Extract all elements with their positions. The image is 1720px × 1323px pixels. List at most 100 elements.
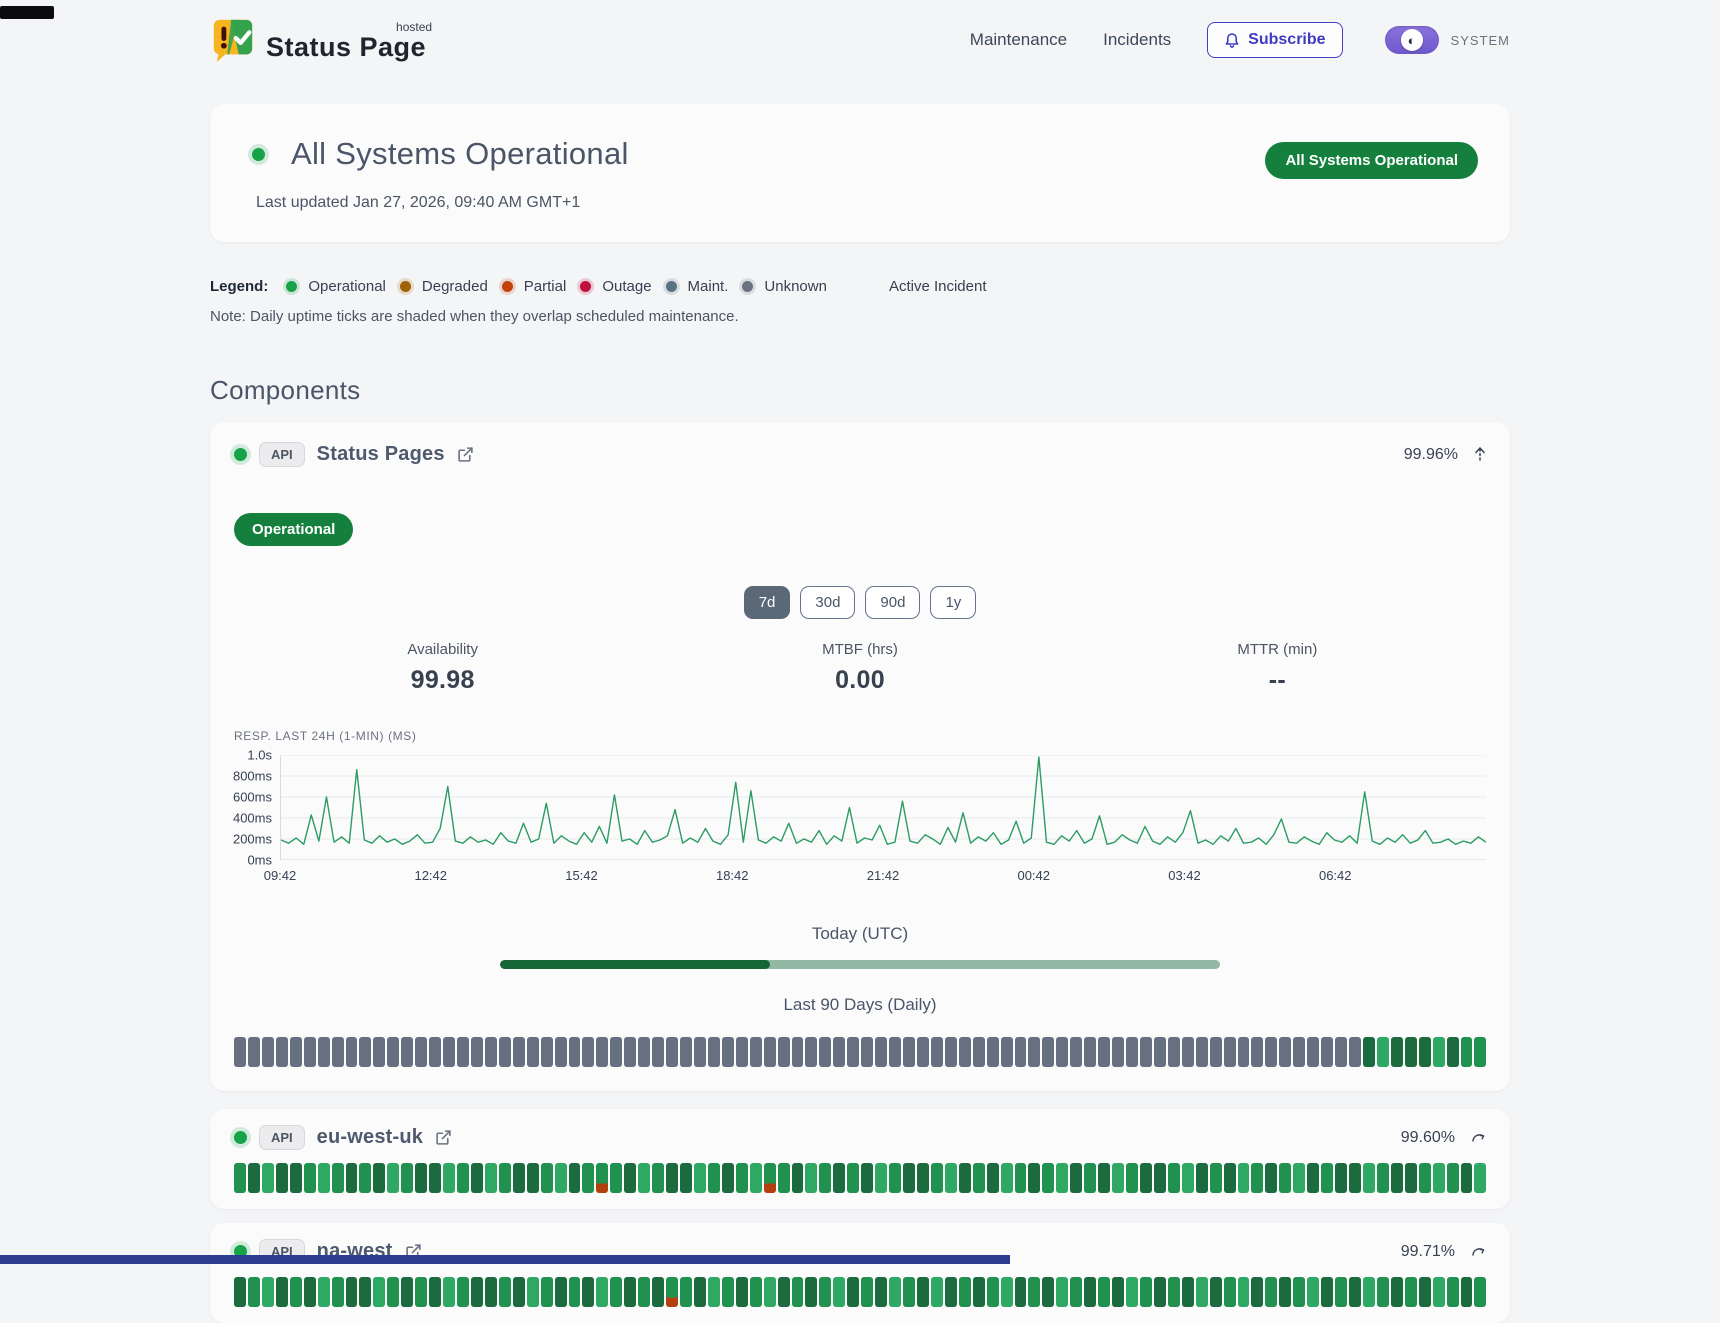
uptime-tick[interactable]: [1321, 1277, 1333, 1307]
uptime-tick[interactable]: [1196, 1277, 1208, 1307]
uptime-tick[interactable]: [805, 1163, 817, 1193]
uptime-tick[interactable]: [1419, 1277, 1431, 1307]
uptime-tick[interactable]: [666, 1163, 678, 1193]
uptime-tick[interactable]: [1293, 1037, 1305, 1067]
uptime-tick[interactable]: [499, 1037, 511, 1067]
uptime-tick[interactable]: [387, 1037, 399, 1067]
uptime-tick[interactable]: [680, 1277, 692, 1307]
uptime-tick[interactable]: [457, 1163, 469, 1193]
uptime-tick[interactable]: [931, 1277, 943, 1307]
uptime-tick[interactable]: [1098, 1277, 1110, 1307]
uptime-tick[interactable]: [248, 1277, 260, 1307]
uptime-tick[interactable]: [764, 1277, 776, 1307]
uptime-tick[interactable]: [541, 1037, 553, 1067]
uptime-tick[interactable]: [819, 1163, 831, 1193]
uptime-tick[interactable]: [1391, 1037, 1403, 1067]
uptime-tick[interactable]: [1154, 1037, 1166, 1067]
uptime-tick[interactable]: [1238, 1277, 1250, 1307]
uptime-tick[interactable]: [1140, 1037, 1152, 1067]
uptime-tick[interactable]: [234, 1277, 246, 1307]
uptime-tick[interactable]: [973, 1277, 985, 1307]
uptime-tick[interactable]: [1112, 1037, 1124, 1067]
uptime-tick[interactable]: [1224, 1037, 1236, 1067]
uptime-tick[interactable]: [1182, 1163, 1194, 1193]
uptime-tick[interactable]: [1391, 1277, 1403, 1307]
uptime-tick[interactable]: [443, 1277, 455, 1307]
uptime-tick[interactable]: [415, 1277, 427, 1307]
uptime-tick[interactable]: [304, 1037, 316, 1067]
uptime-tick[interactable]: [1293, 1163, 1305, 1193]
uptime-tick[interactable]: [847, 1277, 859, 1307]
uptime-tick[interactable]: [596, 1277, 608, 1307]
uptime-tick[interactable]: [1210, 1277, 1222, 1307]
uptime-tick[interactable]: [346, 1277, 358, 1307]
uptime-tick[interactable]: [429, 1037, 441, 1067]
uptime-tick[interactable]: [903, 1037, 915, 1067]
uptime-tick[interactable]: [638, 1037, 650, 1067]
uptime-tick[interactable]: [1028, 1037, 1040, 1067]
uptime-tick[interactable]: [708, 1277, 720, 1307]
uptime-tick[interactable]: [1335, 1163, 1347, 1193]
uptime-tick[interactable]: [527, 1037, 539, 1067]
uptime-tick[interactable]: [1307, 1163, 1319, 1193]
uptime-tick[interactable]: [861, 1037, 873, 1067]
uptime-tick[interactable]: [736, 1277, 748, 1307]
uptime-tick[interactable]: [1196, 1037, 1208, 1067]
uptime-tick[interactable]: [513, 1037, 525, 1067]
uptime-tick[interactable]: [736, 1163, 748, 1193]
range-button-30d[interactable]: 30d: [800, 586, 855, 619]
uptime-tick[interactable]: [485, 1277, 497, 1307]
uptime-tick[interactable]: [694, 1163, 706, 1193]
uptime-tick[interactable]: [931, 1163, 943, 1193]
uptime-tick[interactable]: [1363, 1163, 1375, 1193]
uptime-tick[interactable]: [457, 1037, 469, 1067]
uptime-tick[interactable]: [1433, 1277, 1445, 1307]
uptime-tick[interactable]: [1447, 1277, 1459, 1307]
range-button-7d[interactable]: 7d: [744, 586, 791, 619]
uptime-tick[interactable]: [499, 1163, 511, 1193]
uptime-tick[interactable]: [764, 1037, 776, 1067]
uptime-tick[interactable]: [624, 1277, 636, 1307]
uptime-tick[interactable]: [1405, 1277, 1417, 1307]
uptime-tick[interactable]: [346, 1163, 358, 1193]
uptime-tick[interactable]: [987, 1163, 999, 1193]
uptime-tick[interactable]: [833, 1163, 845, 1193]
range-button-1y[interactable]: 1y: [930, 586, 976, 619]
uptime-tick[interactable]: [346, 1037, 358, 1067]
uptime-tick[interactable]: [1112, 1277, 1124, 1307]
uptime-tick[interactable]: [694, 1037, 706, 1067]
uptime-tick[interactable]: [443, 1163, 455, 1193]
uptime-tick[interactable]: [596, 1163, 608, 1193]
uptime-tick[interactable]: [1210, 1037, 1222, 1067]
uptime-tick[interactable]: [1168, 1277, 1180, 1307]
uptime-tick[interactable]: [1056, 1037, 1068, 1067]
uptime-tick[interactable]: [471, 1277, 483, 1307]
uptime-tick[interactable]: [373, 1277, 385, 1307]
uptime-tick[interactable]: [248, 1037, 260, 1067]
uptime-tick[interactable]: [610, 1163, 622, 1193]
expand-icon[interactable]: [1471, 1131, 1486, 1144]
uptime-tick[interactable]: [1001, 1277, 1013, 1307]
uptime-tick[interactable]: [1015, 1037, 1027, 1067]
uptime-tick[interactable]: [276, 1277, 288, 1307]
uptime-tick[interactable]: [1028, 1163, 1040, 1193]
uptime-tick[interactable]: [513, 1163, 525, 1193]
uptime-tick[interactable]: [1196, 1163, 1208, 1193]
uptime-tick[interactable]: [276, 1163, 288, 1193]
uptime-tick[interactable]: [805, 1277, 817, 1307]
uptime-tick[interactable]: [1042, 1163, 1054, 1193]
uptime-tick[interactable]: [1377, 1037, 1389, 1067]
uptime-tick[interactable]: [792, 1037, 804, 1067]
uptime-tick[interactable]: [917, 1277, 929, 1307]
uptime-tick[interactable]: [1461, 1163, 1473, 1193]
uptime-tick[interactable]: [569, 1277, 581, 1307]
uptime-tick[interactable]: [1265, 1163, 1277, 1193]
uptime-tick[interactable]: [373, 1163, 385, 1193]
uptime-tick[interactable]: [819, 1277, 831, 1307]
uptime-tick[interactable]: [1126, 1277, 1138, 1307]
uptime-tick[interactable]: [527, 1163, 539, 1193]
uptime-tick[interactable]: [861, 1163, 873, 1193]
uptime-tick[interactable]: [792, 1163, 804, 1193]
uptime-tick[interactable]: [513, 1277, 525, 1307]
external-link-icon[interactable]: [457, 446, 474, 463]
